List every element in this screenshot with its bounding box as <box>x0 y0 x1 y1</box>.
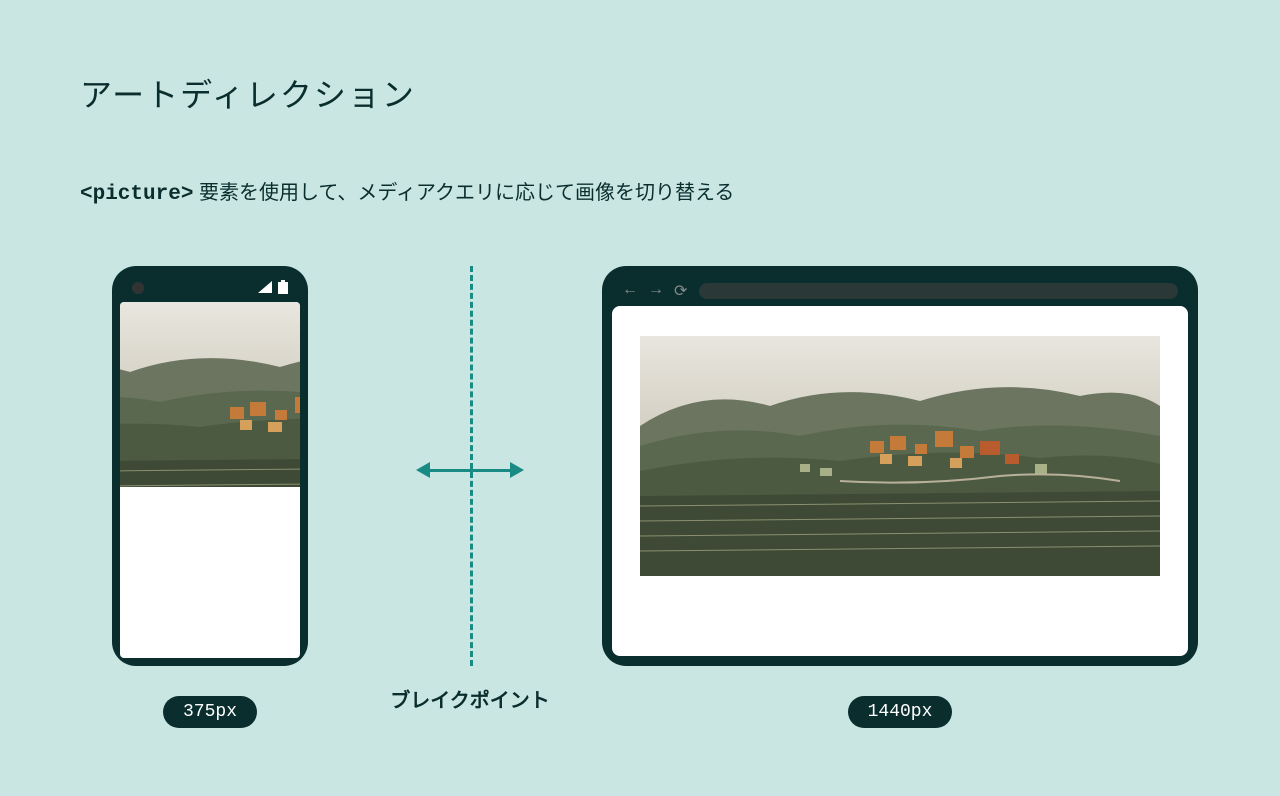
mobile-cropped-image <box>120 302 300 487</box>
url-bar <box>699 283 1178 299</box>
arrow-right-icon <box>510 462 524 478</box>
desktop-label-row: 1440px <box>848 696 953 728</box>
browser-viewport <box>612 306 1188 656</box>
desktop-width-badge: 1440px <box>848 696 953 728</box>
mobile-label-row: 375px <box>163 696 257 728</box>
browser-toolbar: ← → ⟳ <box>612 276 1188 306</box>
forward-icon: → <box>648 281 664 301</box>
breakpoint-label: ブレイクポイント <box>390 684 550 713</box>
subtitle: <picture> 要素を使用して、メディアクエリに応じて画像を切り替える <box>80 176 1200 206</box>
signal-icon <box>258 280 272 296</box>
arrow-left-icon <box>416 462 430 478</box>
camera-dot-icon <box>132 282 144 294</box>
mobile-device-frame <box>112 266 308 666</box>
subtitle-text: 要素を使用して、メディアクエリに応じて画像を切り替える <box>193 182 734 204</box>
browser-nav: ← → ⟳ <box>622 281 687 301</box>
arrow-bar <box>430 469 510 472</box>
battery-icon <box>278 280 288 297</box>
mobile-screen <box>120 302 300 658</box>
desktop-column: ← → ⟳ <box>600 266 1200 728</box>
breakpoint-arrow <box>416 462 524 478</box>
back-icon: ← <box>622 281 638 301</box>
status-icons <box>258 280 288 297</box>
mobile-column: 375px <box>80 266 340 728</box>
desktop-wide-image <box>640 336 1160 576</box>
mobile-width-badge: 375px <box>163 696 257 728</box>
mobile-statusbar <box>120 274 300 302</box>
browser-frame: ← → ⟳ <box>602 266 1198 666</box>
breakpoint-column: ブレイクポイント <box>340 266 600 696</box>
page-title: アートディレクション <box>80 70 1200 116</box>
code-element: <picture> <box>80 183 193 206</box>
reload-icon: ⟳ <box>674 281 687 301</box>
diagram-layout: 375px ブレイクポイント ← → ⟳ <box>80 266 1200 728</box>
